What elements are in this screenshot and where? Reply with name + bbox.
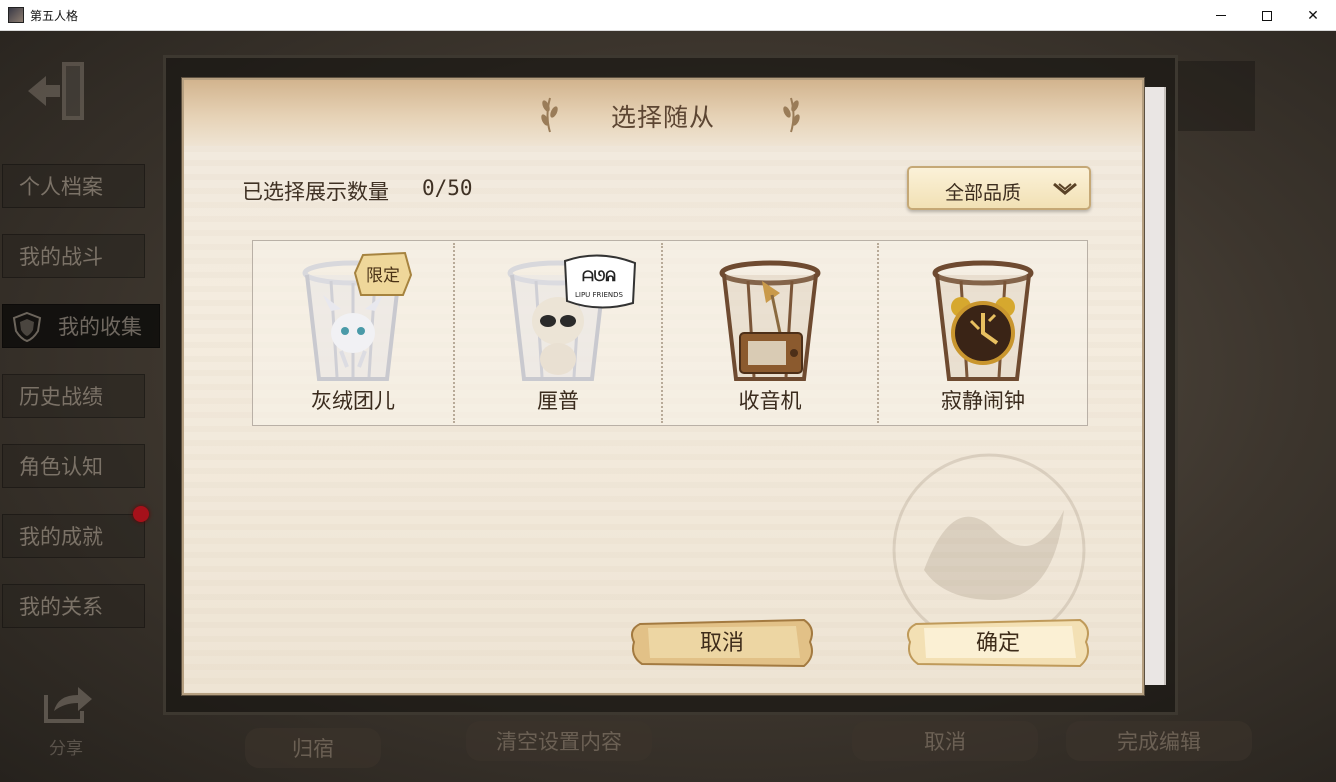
shield-crest-icon [12,311,42,343]
app-icon [8,7,24,23]
follower-name: 灰绒团儿 [311,389,395,413]
quality-filter-value: 全部品质 [945,182,1022,204]
dorm-button[interactable]: 归宿 [245,728,381,768]
sidebar-item-label: 历史战绩 [19,385,103,409]
follower-name: 收音机 [738,389,802,413]
share-button[interactable]: 分享 [36,681,96,759]
sidebar-item-label: 我的战斗 [19,245,103,269]
follower-grid: 限定 灰绒团儿 ᗩᘎᕱ LIPU FRIENDS 厘普 收音机 寂静闹钟 [252,240,1088,426]
bottom-cancel-label: 取消 [924,730,966,754]
sidebar-item-profile[interactable]: 个人档案 [2,164,145,208]
sidebar-item-character-knowledge[interactable]: 角色认知 [2,444,145,488]
window-title-bar: 第五人格 ✕ [0,0,1336,31]
maximize-button[interactable] [1244,0,1290,31]
confirm-label: 确定 [975,631,1020,656]
limited-badge: 限定 [353,251,413,296]
close-icon: ✕ [1307,7,1319,24]
follower-card-gray-fluff[interactable]: 限定 灰绒团儿 [253,241,453,425]
share-label: 分享 [49,739,83,759]
selected-count-value: 0/50 [422,176,473,200]
sidebar-item-history[interactable]: 历史战绩 [2,374,145,418]
sidebar-item-label: 我的成就 [19,525,103,549]
finish-editing-label: 完成编辑 [1117,730,1201,754]
svg-text:ᗩᘎᕱ: ᗩᘎᕱ [582,269,616,285]
cancel-label: 取消 [699,631,744,656]
follower-name: 厘普 [537,389,579,413]
limited-badge-label: 限定 [366,266,400,286]
sidebar-item-achievements[interactable]: 我的成就 [2,514,145,558]
share-icon [44,687,92,723]
exit-button[interactable] [24,56,94,126]
notification-dot [133,506,149,522]
sidebar-item-label: 角色认知 [19,455,103,479]
follower-name: 寂静闹钟 [941,389,1025,413]
dialog-title: 选择随从 [610,103,715,132]
laurel-right-icon [783,97,800,133]
clear-settings-label: 清空设置内容 [496,730,622,754]
lipu-friends-badge-label: LIPU FRIENDS [575,291,624,299]
clear-settings-button[interactable]: 清空设置内容 [466,721,652,761]
selected-count-label: 已选择展示数量 [242,180,389,204]
follower-card-radio[interactable]: 收音机 [663,241,877,425]
sidebar-item-relations[interactable]: 我的关系 [2,584,145,628]
bottom-cancel-button[interactable]: 取消 [852,721,1038,761]
sidebar-item-label: 我的关系 [19,595,103,619]
dorm-label: 归宿 [292,737,334,761]
caged-radio-icon [719,260,821,381]
close-button[interactable]: ✕ [1290,0,1336,31]
exit-door-icon [28,62,84,120]
minimize-icon [1216,15,1226,16]
sidebar-item-label: 个人档案 [19,175,103,199]
sidebar-item-collection[interactable]: 我的收集 [2,304,160,348]
maximize-icon [1262,10,1272,21]
follower-card-lipu[interactable]: ᗩᘎᕱ LIPU FRIENDS 厘普 [455,241,661,425]
chevron-down-icon [1053,182,1077,195]
select-follower-dialog: 选择随从 已选择展示数量 0/50 全部品质 限定 灰绒团儿 ᗩᘎᕱ LIPU … [182,78,1144,695]
cancel-button[interactable]: 取消 [628,618,816,668]
finish-editing-button[interactable]: 完成编辑 [1066,721,1252,761]
sidebar-item-battles[interactable]: 我的战斗 [2,234,145,278]
follower-card-silent-alarm-clock[interactable]: 寂静闹钟 [879,241,1087,425]
caged-alarm-clock-icon [932,260,1034,381]
dialog-header: 选择随从 [184,80,1142,146]
confirm-button[interactable]: 确定 [904,618,1092,668]
top-right-panel [1175,61,1255,131]
quality-filter-dropdown[interactable]: 全部品质 [907,166,1091,210]
window-title: 第五人格 [30,9,79,23]
lipu-friends-badge: ᗩᘎᕱ LIPU FRIENDS [563,254,637,309]
sidebar-item-label: 我的收集 [58,315,142,339]
minimize-button[interactable] [1198,0,1244,31]
